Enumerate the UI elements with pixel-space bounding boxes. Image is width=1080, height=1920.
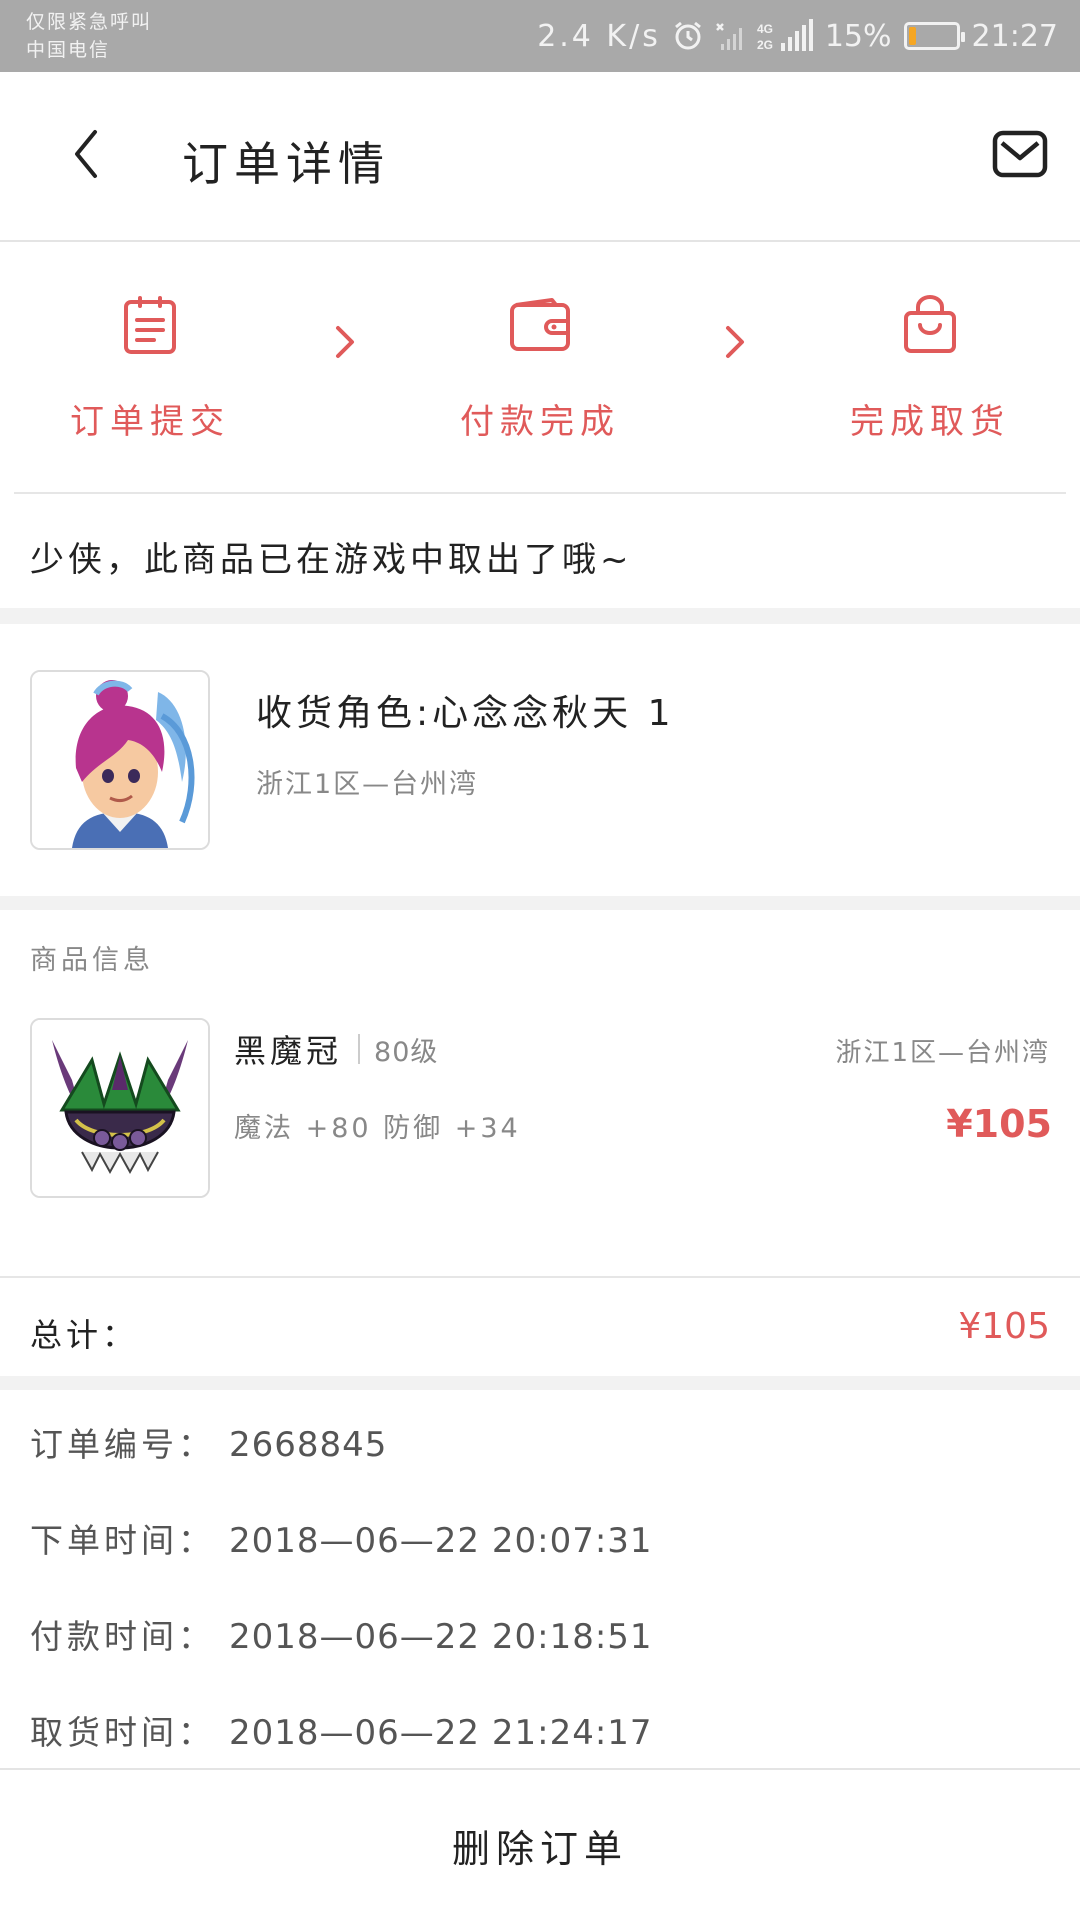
step-label: 完成取货: [850, 402, 1010, 442]
wallet-icon: [510, 298, 570, 351]
mail-button[interactable]: [990, 124, 1050, 184]
status-icons: 2.4 K/s 4G 2G 15% 21:27: [537, 16, 1058, 56]
item-stats: 魔法 +80 防御 +34: [234, 1113, 521, 1144]
info-label: 订单编号：: [30, 1425, 215, 1464]
order-number-row: 订单编号： 2668845: [30, 1418, 387, 1466]
info-label: 付款时间：: [30, 1617, 215, 1656]
payment-time: 2018—06—22 20:18:51: [229, 1617, 653, 1657]
order-time: 2018—06—22 20:07:31: [229, 1521, 653, 1561]
item-server: 浙江1区—台州湾: [835, 1038, 1050, 1068]
item-price: ¥105: [946, 1102, 1052, 1146]
pickup-message: 少侠，此商品已在游戏中取出了哦~: [0, 496, 1080, 608]
no-sim-signal-icon: [715, 20, 745, 52]
item-name: 黑魔冠: [234, 1032, 343, 1070]
character-avatar: [30, 670, 210, 850]
info-label: 下单时间：: [30, 1521, 215, 1560]
nav-bar: 订单详情: [0, 72, 1080, 242]
pickup-time: 2018—06—22 21:24:17: [229, 1713, 653, 1753]
mail-icon: [992, 130, 1048, 178]
page-title: 订单详情: [182, 137, 390, 191]
payment-time-row: 付款时间： 2018—06—22 20:18:51: [30, 1610, 653, 1658]
receiver-name: 收货角色:心念念秋天 1: [256, 693, 675, 734]
order-progress: 订单提交 付款完成 完成取货: [0, 244, 1080, 494]
total-value: ¥105: [958, 1306, 1050, 1347]
total-label: 总计：: [30, 1316, 139, 1354]
section-gap: [0, 608, 1080, 624]
bottom-bar: 删除订单: [0, 1768, 1080, 1920]
step-order-submitted: 订单提交: [40, 292, 260, 443]
product-section: 商品信息 黑魔冠 80级 魔法 +80 防御 +34 浙江1区—台州湾 ¥105: [0, 910, 1080, 1278]
battery-icon: [903, 22, 965, 50]
step-label: 付款完成: [460, 402, 620, 442]
receiver-server: 浙江1区—台州湾: [256, 769, 479, 800]
chevron-right-icon: [726, 326, 744, 358]
info-label: 取货时间：: [30, 1713, 215, 1752]
back-button[interactable]: [56, 124, 116, 184]
step-payment-complete: 付款完成: [430, 292, 650, 443]
status-bar: 仅限紧急呼叫 中国电信 2.4 K/s 4G 2G 15% 21:27: [0, 0, 1080, 72]
battery-percent: 15%: [824, 18, 892, 54]
chevron-left-icon: [75, 130, 97, 178]
carrier-info: 仅限紧急呼叫 中国电信: [26, 8, 152, 64]
step-pickup-complete: 完成取货: [820, 292, 1040, 443]
carrier-name: 中国电信: [26, 39, 111, 61]
message-text: 少侠，此商品已在游戏中取出了哦~: [30, 540, 633, 580]
pickup-time-row: 取货时间： 2018—06—22 21:24:17: [30, 1706, 653, 1754]
network-speed: 2.4 K/s: [537, 18, 661, 54]
item-title: 黑魔冠 80级: [234, 1026, 438, 1072]
divider: [14, 492, 1066, 494]
chevron-right-icon: [336, 326, 354, 358]
order-number: 2668845: [229, 1425, 388, 1465]
svg-text:2G: 2G: [757, 38, 773, 52]
order-info: 订单编号： 2668845 下单时间： 2018—06—22 20:07:31 …: [0, 1390, 1080, 1768]
delete-order-button[interactable]: 删除订单: [0, 1770, 1080, 1920]
alarm-icon: [673, 21, 703, 51]
section-gap: [0, 896, 1080, 910]
clock: 21:27: [971, 18, 1058, 54]
clipboard-icon: [124, 296, 176, 354]
item-level: 80级: [374, 1036, 439, 1068]
order-time-row: 下单时间： 2018—06—22 20:07:31: [30, 1514, 653, 1562]
receiver-card: 收货角色:心念念秋天 1 浙江1区—台州湾: [0, 624, 1080, 896]
divider: [358, 1034, 361, 1064]
emergency-text: 仅限紧急呼叫: [26, 11, 153, 33]
total-row: 总计： ¥105: [0, 1280, 1080, 1376]
helmet-item-image[interactable]: [30, 1018, 210, 1198]
section-label: 商品信息: [30, 945, 154, 976]
shopping-bag-icon: [904, 295, 956, 353]
step-label: 订单提交: [70, 402, 230, 442]
svg-text:4G: 4G: [757, 22, 773, 36]
signal-icon: 4G 2G: [757, 19, 813, 53]
section-gap: [0, 1376, 1080, 1390]
